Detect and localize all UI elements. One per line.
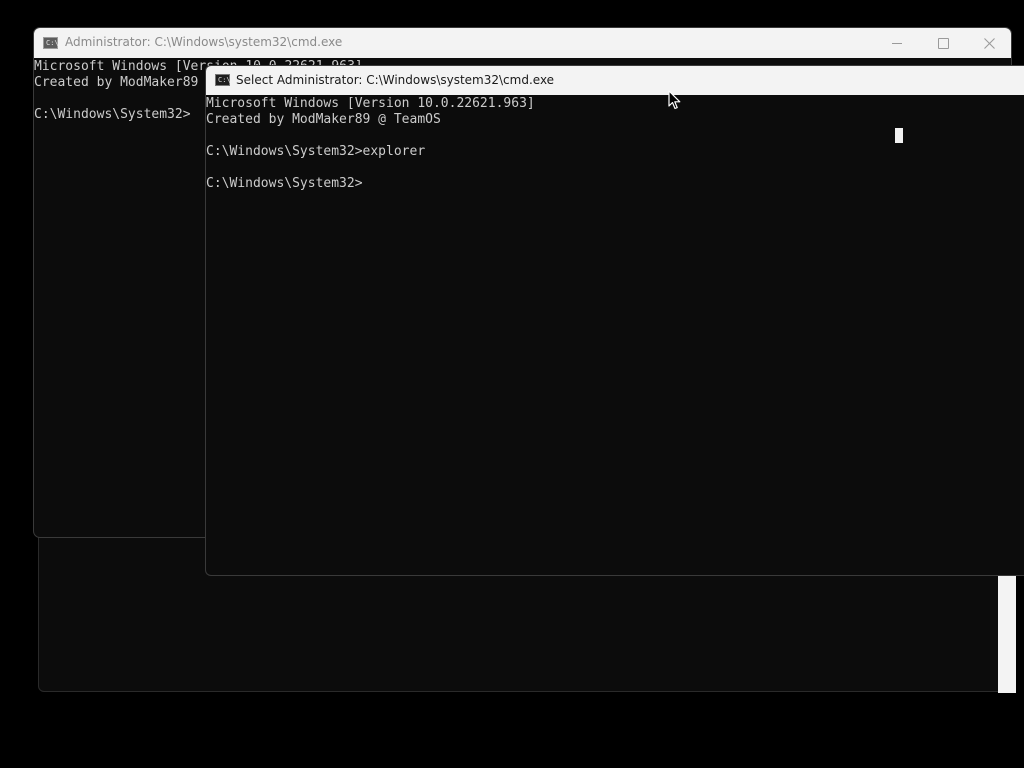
text-cursor: [895, 128, 903, 143]
close-icon: [983, 37, 995, 49]
minimize-button[interactable]: [874, 28, 920, 58]
title-bar[interactable]: C:\ Administrator: C:\Windows\system32\c…: [34, 28, 1011, 58]
title-bar[interactable]: C:\ Select Administrator: C:\Windows\sys…: [206, 66, 1024, 95]
cmd-window-active[interactable]: C:\ Select Administrator: C:\Windows\sys…: [205, 65, 1024, 576]
close-button[interactable]: [966, 28, 1011, 58]
console-line: Created by ModMaker89 @ TeamOS: [206, 112, 441, 127]
window-title: Administrator: C:\Windows\system32\cmd.e…: [65, 35, 343, 49]
console-output[interactable]: Microsoft Windows [Version 10.0.22621.96…: [206, 96, 535, 192]
window-title: Select Administrator: C:\Windows\system3…: [236, 73, 555, 87]
terminal-icon: C:\: [43, 37, 59, 49]
console-line: Microsoft Windows [Version 10.0.22621.96…: [206, 96, 535, 111]
maximize-button[interactable]: [920, 28, 966, 58]
minimize-icon: [892, 42, 902, 44]
console-line: C:\Windows\System32>explorer: [206, 144, 426, 159]
console-prompt: C:\Windows\System32>: [206, 176, 363, 191]
maximize-icon: [937, 37, 949, 49]
mouse-pointer-icon: [668, 90, 681, 110]
terminal-icon: C:\: [215, 74, 231, 86]
